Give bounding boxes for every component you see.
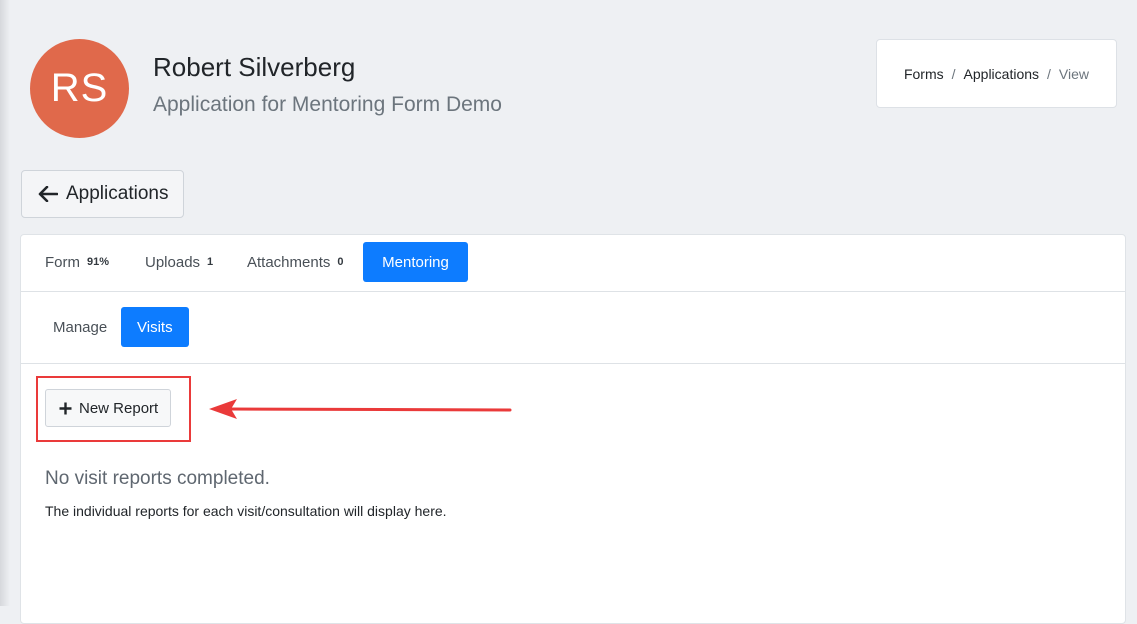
subtab-label: Manage xyxy=(53,318,108,336)
back-to-applications-button[interactable]: Applications xyxy=(21,170,184,218)
tab-count-badge: 1 xyxy=(207,256,214,268)
tab-count-badge: 91% xyxy=(87,256,110,268)
back-button-label: Applications xyxy=(66,183,169,204)
new-report-label: New Report xyxy=(79,399,159,417)
subtab-label: Visits xyxy=(137,318,173,336)
window-edge-shadow xyxy=(0,0,10,606)
subtab-visits[interactable]: Visits xyxy=(121,307,189,347)
applicant-name: Robert Silverberg xyxy=(153,52,356,82)
tab-mentoring[interactable]: Mentoring xyxy=(363,242,468,282)
tab-label: Attachments xyxy=(247,253,331,271)
tab-label: Uploads xyxy=(145,253,201,271)
arrow-left-icon xyxy=(38,186,58,202)
empty-state-description: The individual reports for each visit/co… xyxy=(45,503,447,519)
subtab-bar: Manage Visits xyxy=(21,292,1125,364)
subtab-manage[interactable]: Manage xyxy=(53,307,107,347)
breadcrumb: Forms / Applications / View xyxy=(876,39,1117,108)
page-subtitle: Application for Mentoring Form Demo xyxy=(153,93,502,116)
tab-bar: Form 91% Uploads 1 Attachments 0 Mentori… xyxy=(21,235,1125,292)
tab-label: Mentoring xyxy=(382,253,449,271)
breadcrumb-separator: / xyxy=(951,65,956,82)
breadcrumb-view: View xyxy=(1058,65,1090,82)
new-report-button[interactable]: New Report xyxy=(45,389,171,427)
tab-count-badge: 0 xyxy=(337,256,344,268)
tab-form[interactable]: Form 91% xyxy=(45,242,109,282)
breadcrumb-separator: / xyxy=(1047,65,1051,82)
tab-uploads[interactable]: Uploads 1 xyxy=(145,242,213,282)
avatar: RS xyxy=(30,39,129,138)
tab-label: Form xyxy=(45,253,80,271)
annotation-arrow-icon xyxy=(209,399,512,419)
plus-icon xyxy=(59,402,72,414)
application-card: Form 91% Uploads 1 Attachments 0 Mentori… xyxy=(20,234,1126,624)
breadcrumb-forms[interactable]: Forms xyxy=(904,66,944,82)
breadcrumb-applications[interactable]: Applications xyxy=(964,66,1040,82)
empty-state-title: No visit reports completed. xyxy=(45,468,270,489)
tab-attachments[interactable]: Attachments 0 xyxy=(247,242,344,282)
avatar-initials: RS xyxy=(50,66,109,110)
